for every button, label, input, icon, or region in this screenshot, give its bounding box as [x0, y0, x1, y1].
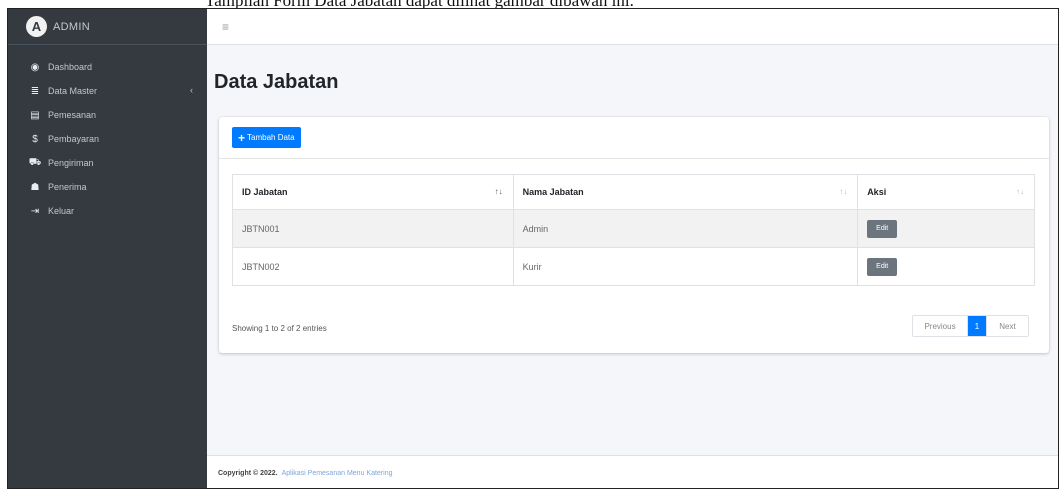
column-label: Nama Jabatan — [522, 187, 584, 197]
cell-nama: Kurir — [512, 247, 859, 286]
brand[interactable]: A ADMIN — [8, 9, 207, 45]
page-title: Data Jabatan — [214, 71, 339, 93]
sort-icon: ↑↓ — [839, 187, 848, 196]
sidebar-item-dashboard[interactable]: ◉ Dashboard — [8, 55, 207, 79]
data-card: + Tambah Data ID Jabatan ↑↓ Nama Jabatan… — [219, 117, 1049, 353]
sidebar-item-label: Penerima — [48, 182, 87, 192]
sort-icon: ↑↓ — [494, 187, 503, 196]
add-data-button[interactable]: + Tambah Data — [232, 127, 301, 148]
table-row: JBTN001 Admin Edit — [232, 209, 1035, 248]
footer: Copyright © 2022. Aplikasi Pemesanan Men… — [207, 455, 1058, 488]
copyright-text: Copyright © 2022. — [218, 470, 278, 477]
cell-nama: Admin — [512, 209, 859, 248]
sidebar-item-keluar[interactable]: ⇥ Keluar — [8, 199, 207, 223]
dashboard-icon: ◉ — [30, 61, 40, 73]
sidebar-item-penerima[interactable]: ☗ Penerima — [8, 175, 207, 199]
sidebar-item-label: Data Master — [48, 86, 98, 96]
sort-icon: ↑↓ — [1016, 187, 1024, 196]
brand-logo-icon: A — [26, 16, 47, 37]
table-info: Showing 1 to 2 of 2 entries — [232, 324, 327, 333]
cell-aksi: Edit — [857, 247, 1035, 286]
sidebar-item-label: Pembayaran — [48, 134, 100, 144]
hamburger-menu-icon[interactable]: ≡ — [222, 20, 229, 34]
edit-button[interactable]: Edit — [867, 257, 898, 276]
page-1-button[interactable]: 1 — [968, 316, 986, 336]
file-icon: ▤ — [30, 109, 40, 121]
next-page-button[interactable]: Next — [986, 316, 1028, 336]
column-header-id[interactable]: ID Jabatan ↑↓ — [232, 174, 514, 210]
add-data-label: Tambah Data — [247, 133, 295, 142]
main-content: ≡ Data Jabatan + Tambah Data ID Jabatan … — [207, 9, 1058, 488]
sidebar-item-label: Pengiriman — [48, 158, 94, 168]
edit-button[interactable]: Edit — [867, 219, 898, 238]
column-label: Aksi — [867, 187, 887, 197]
app-window: A ADMIN ◉ Dashboard ≣ Data Master ‹ ▤ Pe… — [7, 8, 1059, 489]
column-header-aksi[interactable]: Aksi ↑↓ — [857, 174, 1035, 210]
sidebar-nav: ◉ Dashboard ≣ Data Master ‹ ▤ Pemesanan … — [8, 45, 207, 223]
sidebar-item-data-master[interactable]: ≣ Data Master ‹ — [8, 79, 207, 103]
sidebar-item-label: Keluar — [48, 206, 75, 216]
table-row: JBTN002 Kurir Edit — [232, 247, 1035, 286]
table-header-row: ID Jabatan ↑↓ Nama Jabatan ↑↓ Aksi ↑↓ — [232, 174, 1035, 210]
top-navbar: ≡ — [207, 9, 1058, 45]
column-label: ID Jabatan — [242, 187, 288, 197]
cell-aksi: Edit — [857, 209, 1035, 248]
sidebar-item-label: Pemesanan — [48, 110, 97, 120]
truck-icon: ⛟ — [28, 156, 42, 168]
logout-icon: ⇥ — [30, 205, 40, 217]
sidebar-item-label: Dashboard — [48, 62, 93, 72]
brand-text: ADMIN — [53, 20, 90, 33]
plus-icon: + — [238, 130, 246, 145]
people-icon: ☗ — [30, 181, 40, 193]
sidebar-item-pengiriman[interactable]: ⛟ Pengiriman — [8, 151, 207, 175]
chevron-left-icon: ‹ — [190, 85, 193, 95]
jabatan-table: ID Jabatan ↑↓ Nama Jabatan ↑↓ Aksi ↑↓ JB… — [232, 174, 1035, 286]
dollar-icon: $ — [32, 133, 38, 145]
pagination: Previous 1 Next — [912, 315, 1029, 337]
sidebar-item-pemesanan[interactable]: ▤ Pemesanan — [8, 103, 207, 127]
sidebar-item-pembayaran[interactable]: $ Pembayaran — [8, 127, 207, 151]
card-header: + Tambah Data — [219, 117, 1049, 159]
column-header-nama[interactable]: Nama Jabatan ↑↓ — [512, 174, 859, 210]
sidebar: A ADMIN ◉ Dashboard ≣ Data Master ‹ ▤ Pe… — [8, 9, 207, 488]
app-name-link[interactable]: Aplikasi Pemesanan Menu Katering — [282, 470, 393, 477]
previous-page-button[interactable]: Previous — [913, 316, 968, 336]
database-icon: ≣ — [30, 85, 40, 97]
cell-id: JBTN002 — [232, 247, 514, 286]
cell-id: JBTN001 — [232, 209, 514, 248]
